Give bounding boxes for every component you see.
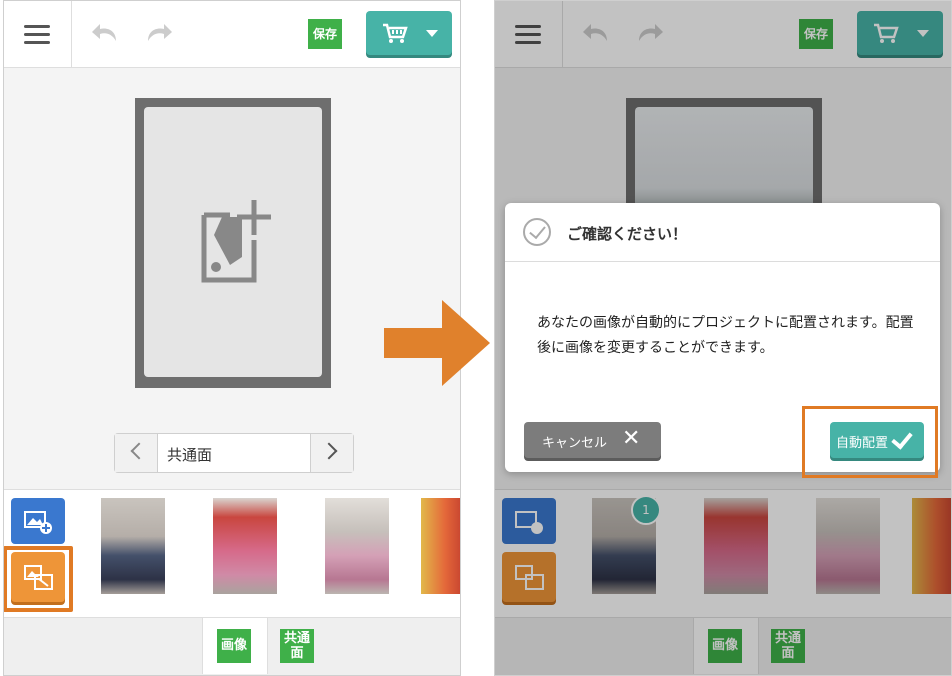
- auto-place-confirm-button[interactable]: 自動配置: [830, 422, 924, 458]
- add-photo-icon: [201, 200, 271, 283]
- photo-thumbnail[interactable]: [101, 498, 165, 594]
- prev-page-button[interactable]: [115, 434, 158, 472]
- photo-thumbnail[interactable]: [325, 498, 389, 594]
- cancel-button[interactable]: キャンセル ✕: [524, 422, 661, 458]
- next-page-button[interactable]: [310, 434, 353, 472]
- add-image-icon: [24, 511, 52, 534]
- dialog-header: ご確認ください！: [505, 203, 940, 262]
- save-button[interactable]: 保存: [308, 19, 342, 49]
- empty-photo-slot[interactable]: [144, 107, 322, 377]
- arrow-right-icon: [384, 300, 490, 386]
- check-circle-icon: [523, 218, 551, 246]
- menu-icon: [24, 25, 50, 28]
- image-tray: [4, 489, 460, 618]
- redo-icon[interactable]: [142, 21, 176, 47]
- chevron-down-icon[interactable]: [426, 30, 438, 37]
- photo-thumbnail[interactable]: [213, 498, 277, 594]
- cart-button[interactable]: [366, 11, 452, 55]
- top-toolbar: 保存: [4, 1, 460, 68]
- confirm-dialog: ご確認ください！ あなたの画像が自動的にプロジェクトに配置されます。配置後に画像…: [505, 203, 940, 478]
- cart-icon: [383, 23, 408, 43]
- close-icon: ✕: [622, 426, 641, 451]
- page-preview: [135, 98, 331, 388]
- bottom-tabs: 画像 共通 面: [4, 617, 460, 675]
- auto-place-highlight: [4, 546, 73, 612]
- dialog-title: ご確認ください！: [567, 225, 688, 243]
- dialog-message: あなたの画像が自動的にプロジェクトに配置されます。配置後に画像を変更することがで…: [537, 315, 914, 356]
- page-label: 共通面: [167, 446, 213, 464]
- chevron-right-icon: [320, 442, 338, 460]
- tab-image[interactable]: 画像: [202, 618, 268, 674]
- add-image-button[interactable]: [11, 498, 65, 544]
- photo-thumbnail[interactable]: [421, 498, 460, 594]
- page-pager: 共通面: [114, 433, 354, 473]
- undo-icon[interactable]: [88, 21, 122, 47]
- chevron-left-icon: [130, 442, 148, 460]
- menu-button[interactable]: [4, 1, 72, 67]
